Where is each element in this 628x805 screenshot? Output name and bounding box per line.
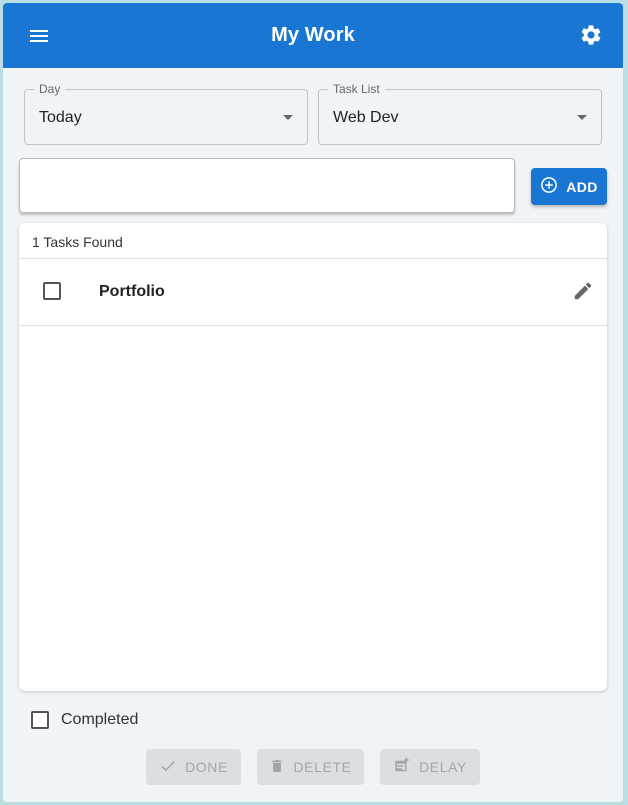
plus-circle-icon xyxy=(540,176,558,197)
completed-label: Completed xyxy=(61,711,139,728)
menu-icon[interactable] xyxy=(27,24,51,48)
calendar-plus-icon xyxy=(393,757,411,778)
gear-icon[interactable] xyxy=(579,23,603,47)
trash-icon xyxy=(269,758,285,777)
page-title: My Work xyxy=(271,24,355,46)
add-button-label: ADD xyxy=(566,178,598,195)
new-task-input[interactable] xyxy=(19,158,515,213)
delete-button[interactable]: DELETE xyxy=(257,749,364,785)
completed-checkbox[interactable] xyxy=(31,711,49,729)
delete-button-label: DELETE xyxy=(293,759,352,775)
caret-down-icon xyxy=(283,115,293,120)
app-bar: My Work xyxy=(3,3,623,68)
task-list-select-value: Web Dev xyxy=(333,109,399,126)
task-row[interactable]: Portfolio xyxy=(19,258,607,325)
day-select-value: Today xyxy=(39,109,82,126)
done-button[interactable]: DONE xyxy=(146,749,241,785)
day-select-label: Day xyxy=(34,82,66,96)
delay-button[interactable]: DELAY xyxy=(380,749,480,785)
task-checkbox[interactable] xyxy=(43,282,61,300)
tasks-panel: 1 Tasks Found Portfolio xyxy=(19,223,607,691)
delay-button-label: DELAY xyxy=(419,759,467,775)
divider xyxy=(19,325,607,326)
caret-down-icon xyxy=(577,115,587,120)
task-list-select-label: Task List xyxy=(328,82,385,96)
check-icon xyxy=(159,757,177,778)
tasks-count: 1 Tasks Found xyxy=(32,234,123,250)
task-list-select[interactable]: Task List Web Dev xyxy=(318,82,602,145)
app-window: My Work Day Today Task List Web Dev ADD … xyxy=(3,3,623,802)
pencil-icon[interactable] xyxy=(572,280,594,302)
day-select[interactable]: Day Today xyxy=(24,82,308,145)
task-name: Portfolio xyxy=(99,283,165,300)
done-button-label: DONE xyxy=(185,759,228,775)
add-button[interactable]: ADD xyxy=(531,168,607,205)
